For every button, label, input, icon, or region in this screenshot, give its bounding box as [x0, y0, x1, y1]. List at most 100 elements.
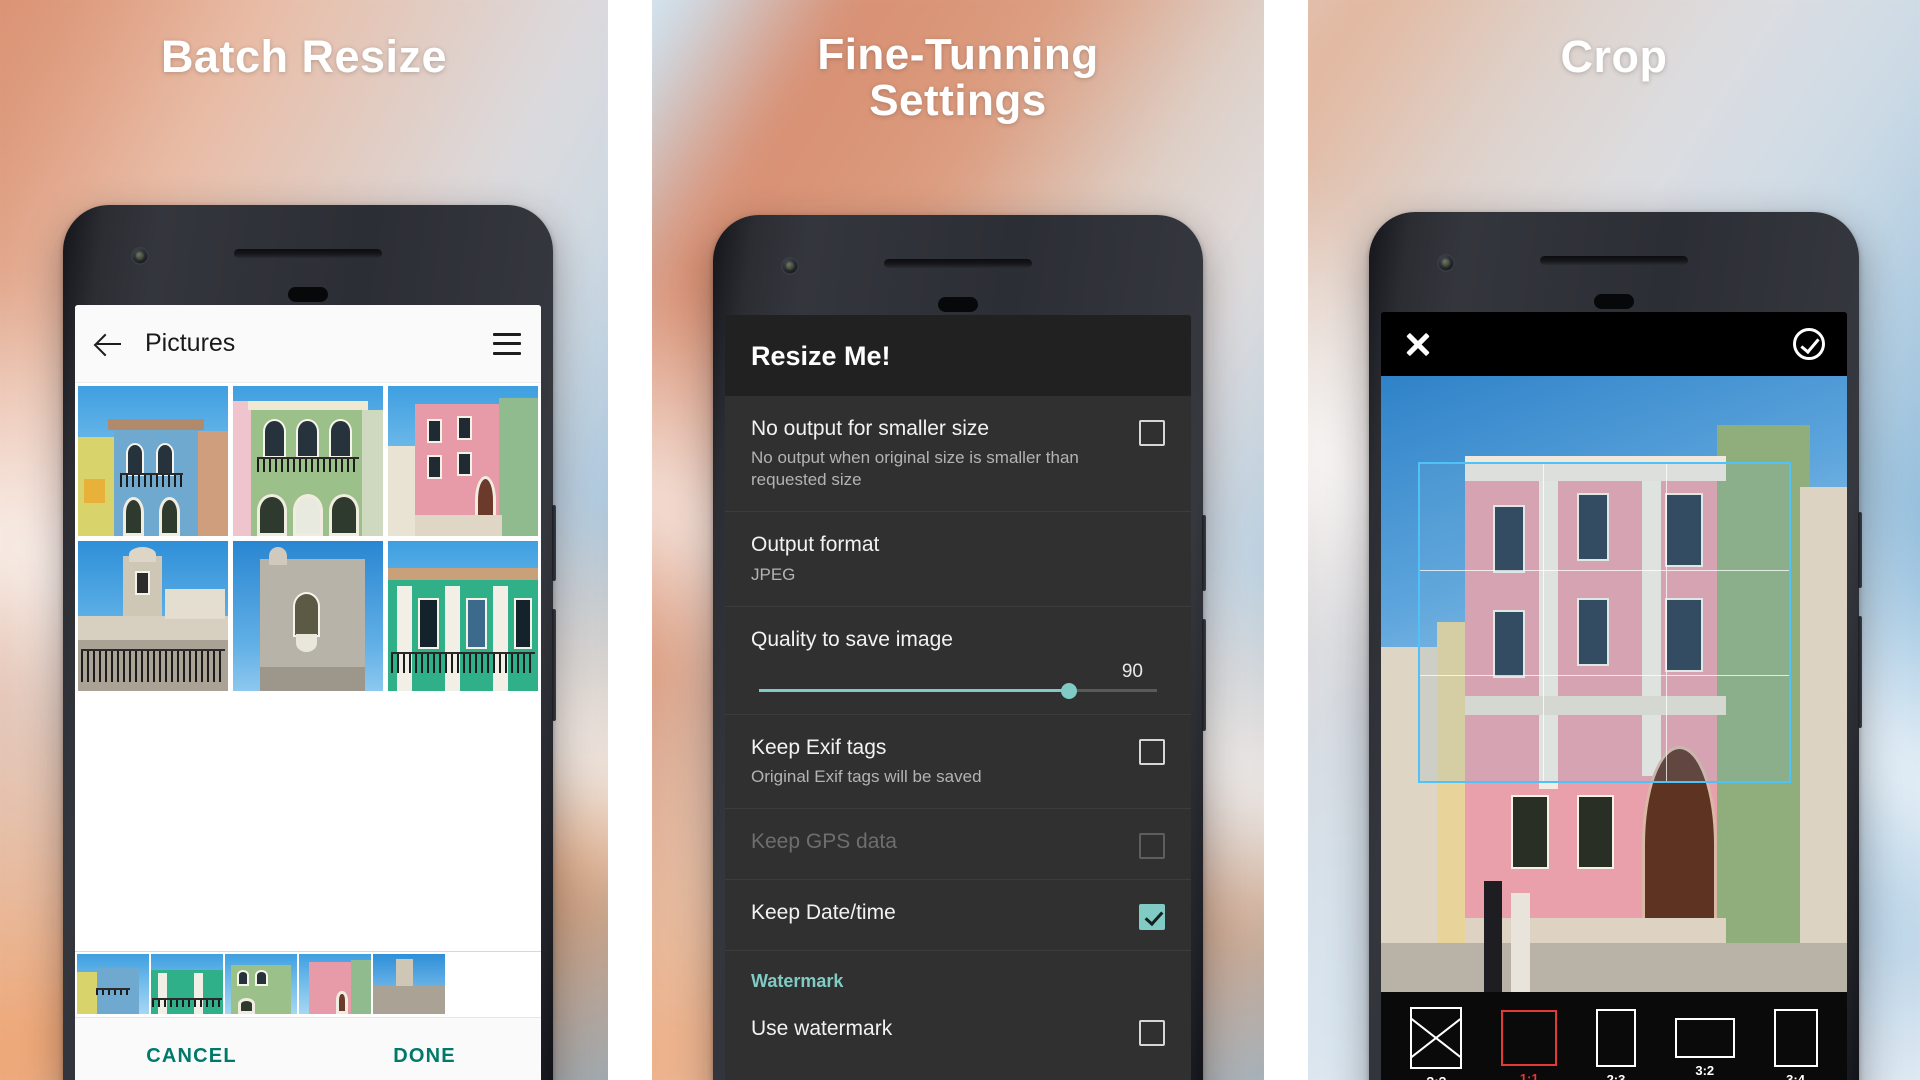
phone-mockup: Resize Me! No output for smaller size No…: [713, 215, 1206, 1080]
photo-grid: [75, 383, 541, 691]
checkbox-keep-datetime[interactable]: [1139, 904, 1165, 931]
front-camera-icon: [781, 257, 799, 275]
crop-toolbar: [1381, 312, 1847, 376]
aspect-ratio-label: 2:3: [1606, 1072, 1626, 1080]
proximity-sensor: [288, 287, 328, 302]
picker-appbar: Pictures: [75, 305, 541, 383]
aspect-ratio-bar: ?:? 1:1 2:3 3:2: [1381, 992, 1847, 1080]
panel-fine-tuning-settings: Fine-Tunning Settings Resize Me! No outp…: [652, 0, 1264, 1080]
hamburger-menu-icon[interactable]: [493, 332, 521, 355]
setting-row-output-format[interactable]: Output format JPEG: [725, 512, 1191, 607]
slider-thumb[interactable]: [1061, 682, 1078, 699]
setting-summary: No output when original size is smaller …: [751, 448, 1079, 490]
arrow-left-icon[interactable]: [95, 330, 123, 358]
phone-mockup: Pictures CANCEL DONE: [63, 205, 556, 1080]
phone-screen-picker: Pictures CANCEL DONE: [75, 305, 541, 1080]
checkbox-keep-exif[interactable]: [1139, 739, 1165, 766]
phone-mockup: ?:? 1:1 2:3 3:2: [1369, 212, 1862, 1080]
app-title: Resize Me!: [751, 341, 891, 371]
phone-power-button: [1202, 619, 1206, 731]
setting-row-keep-datetime[interactable]: Keep Date/time: [725, 880, 1191, 952]
done-button[interactable]: DONE: [308, 1045, 541, 1068]
panel-headline: Batch Resize: [160, 31, 448, 82]
checkbox-no-output-smaller[interactable]: [1139, 420, 1165, 446]
proximity-sensor: [938, 297, 978, 312]
setting-summary: Original Exif tags will be saved: [751, 767, 982, 787]
selected-filmstrip[interactable]: [75, 951, 541, 1017]
grid-thumbnail[interactable]: [233, 386, 383, 536]
panel-headline: Crop: [1560, 31, 1668, 82]
panel-headline: Fine-Tunning Settings: [817, 30, 1099, 126]
filmstrip-thumbnail[interactable]: [299, 954, 371, 1014]
crop-grid-line: [1420, 569, 1790, 571]
close-x-icon[interactable]: [1403, 329, 1433, 359]
aspect-ratio-label: ?:?: [1410, 1074, 1462, 1080]
phone-screen-crop: ?:? 1:1 2:3 3:2: [1381, 312, 1847, 1080]
panel-divider: [608, 0, 652, 1080]
quality-value: 90: [1121, 661, 1143, 683]
portrait-ratio-icon: [1595, 1009, 1636, 1067]
setting-title: Output format: [751, 533, 880, 557]
setting-summary: JPEG: [751, 564, 796, 584]
setting-row-keep-gps: Keep GPS data: [725, 809, 1191, 881]
front-camera-icon: [131, 247, 149, 265]
phone-bezel-top: [725, 227, 1191, 315]
setting-title: Keep GPS data: [751, 830, 897, 854]
phone-bezel-top: [1381, 224, 1847, 312]
aspect-ratio-label: 1:1: [1519, 1071, 1539, 1080]
landscape-ratio-icon: [1674, 1018, 1735, 1058]
phone-volume-button: [552, 505, 556, 581]
setting-title: Quality to save image: [751, 627, 953, 651]
aspect-ratio-label: 3:4: [1786, 1072, 1805, 1080]
grid-thumbnail[interactable]: [233, 541, 383, 691]
filmstrip-thumbnail[interactable]: [225, 954, 297, 1014]
setting-title: Keep Exif tags: [751, 736, 887, 760]
filmstrip-thumbnail[interactable]: [151, 954, 223, 1014]
cancel-button[interactable]: CANCEL: [75, 1045, 308, 1068]
screenshot-stage: Batch Resize Pictures CANCEL DONE Fine-T…: [0, 0, 1920, 1080]
free-ratio-icon: [1410, 1007, 1463, 1069]
phone-power-button: [1858, 616, 1862, 728]
picker-title: Pictures: [145, 329, 236, 357]
crop-canvas[interactable]: [1381, 376, 1847, 992]
grid-thumbnail[interactable]: [78, 541, 228, 691]
filmstrip-thumbnail[interactable]: [373, 954, 445, 1014]
crop-selection-frame[interactable]: [1418, 462, 1792, 783]
setting-row-use-watermark[interactable]: Use watermark: [725, 996, 1191, 1066]
panel-divider: [1264, 0, 1308, 1080]
setting-row-no-output-smaller[interactable]: No output for smaller size No output whe…: [725, 396, 1191, 513]
phone-volume-button: [1202, 515, 1206, 591]
check-circle-icon[interactable]: [1793, 328, 1825, 360]
earpiece-speaker: [234, 249, 382, 258]
settings-list: No output for smaller size No output whe…: [725, 396, 1191, 1080]
aspect-ratio-3-2[interactable]: 3:2: [1674, 1018, 1735, 1078]
grid-thumbnail[interactable]: [388, 541, 538, 691]
aspect-ratio-free[interactable]: ?:?: [1410, 1007, 1463, 1080]
grid-thumbnail[interactable]: [78, 386, 228, 536]
crop-grid-line: [1543, 464, 1545, 781]
slider-fill: [759, 689, 1070, 693]
aspect-ratio-2-3[interactable]: 2:3: [1595, 1009, 1636, 1080]
quality-slider[interactable]: [759, 682, 1157, 699]
setting-title: Keep Date/time: [751, 901, 896, 925]
filmstrip-thumbnail[interactable]: [77, 954, 149, 1014]
setting-title: Use watermark: [751, 1017, 893, 1041]
settings-appbar: Resize Me!: [725, 315, 1191, 396]
square-ratio-icon: [1501, 1010, 1558, 1066]
panel-batch-resize: Batch Resize Pictures CANCEL DONE: [0, 0, 608, 1080]
aspect-ratio-1-1[interactable]: 1:1: [1501, 1010, 1558, 1080]
phone-bezel-top: [75, 217, 541, 305]
front-camera-icon: [1437, 254, 1455, 272]
aspect-ratio-3-4[interactable]: 3:4: [1773, 1009, 1818, 1080]
checkbox-use-watermark[interactable]: [1139, 1020, 1165, 1047]
setting-row-quality[interactable]: Quality to save image: [725, 607, 1191, 655]
section-header-watermark: Watermark: [751, 971, 844, 992]
setting-row-keep-exif[interactable]: Keep Exif tags Original Exif tags will b…: [725, 715, 1191, 810]
portrait-tall-ratio-icon: [1773, 1009, 1818, 1067]
grid-thumbnail[interactable]: [388, 386, 538, 536]
crop-grid-line: [1420, 674, 1790, 676]
checkbox-keep-gps: [1139, 833, 1165, 860]
proximity-sensor: [1594, 294, 1634, 309]
quality-slider-wrap: 90: [725, 655, 1191, 714]
aspect-ratio-label: 3:2: [1695, 1063, 1715, 1078]
